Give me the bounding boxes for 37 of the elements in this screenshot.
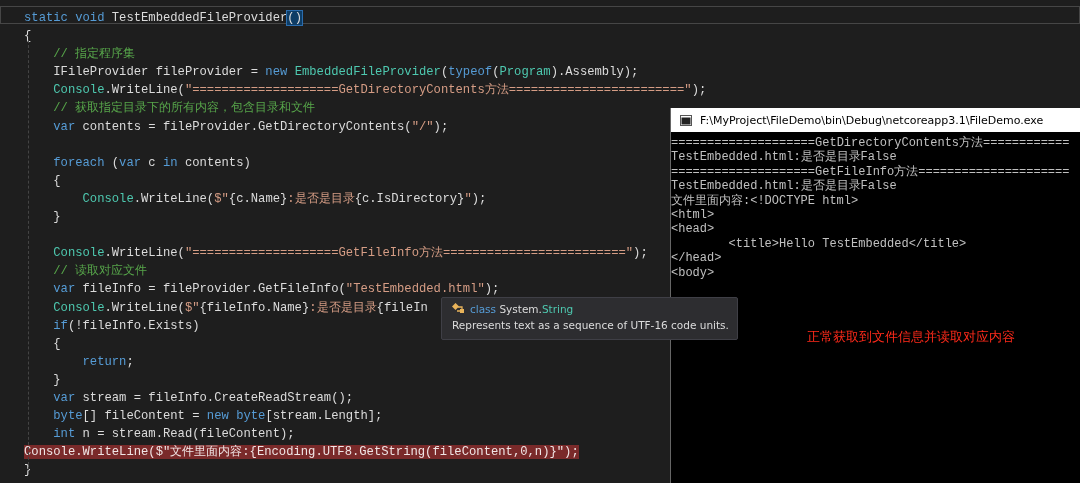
code-line: } — [52, 371, 61, 388]
code-line: var fileInfo = fileProvider.GetFileInfo("TestEmbedded.html"); — [52, 281, 500, 298]
console-output-line: </head> — [671, 251, 723, 266]
console-output-line: ====================GetDirectoryContents方法============ — [671, 136, 1071, 150]
console-output-line: <head> — [671, 222, 716, 237]
class-icon — [452, 303, 466, 315]
code-line: return; — [81, 353, 134, 370]
code-line: } — [52, 209, 61, 226]
type-description: Represents text as a sequence of UTF-16 code units. — [452, 319, 727, 331]
code-line: Console.WriteLine($"{fileInfo.Name}:是否是目录{fileIn — [52, 299, 428, 316]
console-title: F:\MyProject\FileDemo\bin\Debug\netcoreapp3.1\FileDemo.exe — [700, 113, 1044, 127]
code-line: // 获取指定目录下的所有内容，包含目录和文件 — [52, 100, 316, 117]
type-signature: class System.String — [470, 303, 574, 315]
code-line: byte[] fileContent = new byte[stream.Length]; — [52, 408, 383, 425]
console-output-line: 文件里面内容:<!DOCTYPE html> — [671, 193, 860, 209]
console-output-line: <html> — [671, 208, 716, 223]
console-output-line: ====================GetFileInfo方法===================== — [671, 164, 1071, 179]
annotation-text: 正常获取到文件信息并读取对应内容 — [807, 329, 1015, 346]
code-line: foreach (var c in contents) — [52, 154, 251, 171]
code-line: int n = stream.Read(fileContent); — [52, 426, 295, 443]
console-output-line: <title>Hello TestEmbedded</title> — [727, 236, 968, 252]
console-output-line: <body> — [671, 265, 716, 281]
code-line: { — [52, 335, 61, 352]
code-line: IFileProvider fileProvider = new EmbeddedFileProvider(typeof(Program).Assembly); — [52, 64, 639, 81]
code-line: // 读取对应文件 — [52, 263, 148, 280]
code-line: Console.WriteLine("====================GetFileInfo方法========================="); — [52, 245, 648, 262]
code-line: Console.WriteLine("====================GetDirectoryContents方法========================"); — [52, 82, 707, 99]
code-line: var contents = fileProvider.GetDirectoryContents("/"); — [52, 118, 449, 135]
console-output-line: TestEmbedded.html:是否是目录False — [671, 179, 898, 194]
code-line: { — [52, 172, 61, 189]
code-line: // 指定程序集 — [52, 46, 136, 63]
code-line: if(!fileInfo.Exists) — [52, 317, 200, 334]
code-line: Console.WriteLine($"{c.Name}:是否是目录{c.IsDirectory}"); — [81, 190, 487, 207]
console-output-line: TestEmbedded.html:是否是目录False — [671, 150, 898, 165]
console-app-icon — [680, 114, 692, 126]
code-line: var stream = fileInfo.CreateReadStream(); — [52, 389, 354, 406]
code-line: static void TestEmbeddedFileProvider() — [24, 10, 302, 26]
